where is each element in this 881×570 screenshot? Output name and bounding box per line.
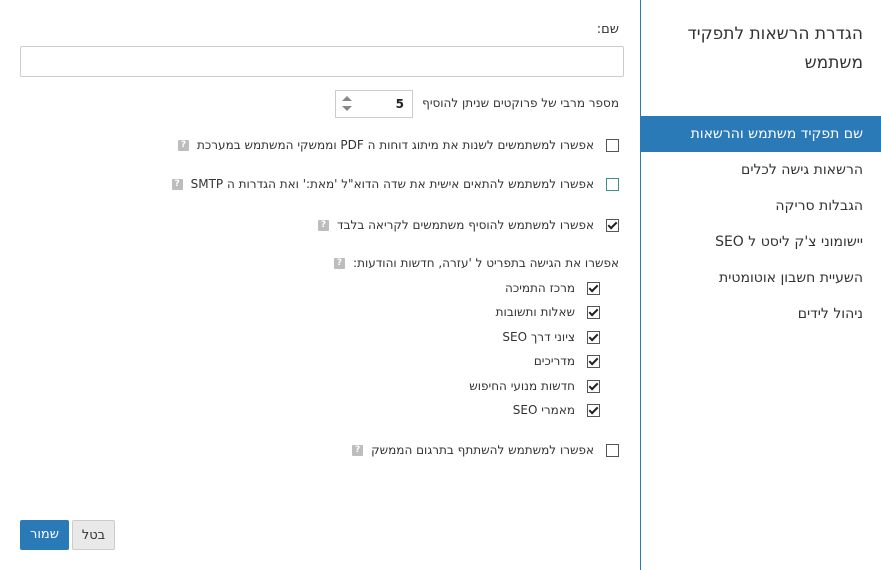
sidebar-item-auto-suspend[interactable]: השעיית חשבון אוטומטית [641,260,881,296]
sub-item-label: ציוני דרך SEO [502,330,575,344]
opt-email-label: אפשרו למשתמש להתאים אישית את שדה הדוא"ל … [190,177,594,191]
name-input[interactable] [20,46,624,77]
sub-item-checkbox[interactable] [587,281,600,295]
sub-item-label: חדשות מנועי החיפוש [469,379,575,393]
cancel-button[interactable]: בטל [72,520,115,550]
sub-item: חדשות מנועי החיפוש [469,379,600,393]
opt-pdf-checkbox[interactable] [606,138,619,152]
help-icon[interactable]: ? [318,219,330,231]
sidebar-item-tool-access[interactable]: הרשאות גישה לכלים [641,152,881,188]
opt-affiliate-checkbox[interactable] [606,443,619,457]
max-projects-row: מספר מרבי של פרוקטים שניתן להוסיף [422,96,619,110]
opt-affiliate-label: אפשרו למשתמש להשתתף בתרגום הממשק [371,443,594,457]
sub-item-label: שאלות ותשובות [495,305,575,319]
sub-item: שאלות ותשובות [496,305,600,319]
stepper-down-icon[interactable] [342,106,352,111]
sub-item-label: מרכז התמיכה [505,281,575,295]
sidebar-nav: שם תפקיד משתמש והרשאות הרשאות גישה לכלים… [641,116,881,332]
sidebar: הגדרת הרשאות לתפקיד משתמש שם תפקיד משתמש… [640,0,881,570]
sub-item-label: מדריכים [533,354,575,368]
sidebar-item-role-name[interactable]: שם תפקיד משתמש והרשאות [641,116,881,152]
name-label: שם: [596,22,619,37]
max-projects-label: מספר מרבי של פרוקטים שניתן להוסיף [422,96,619,110]
sub-item-checkbox[interactable] [587,403,600,417]
opt-readonly-checkbox[interactable] [606,218,619,232]
help-icon[interactable]: ? [352,444,364,456]
sub-item-checkbox[interactable] [587,330,600,344]
sub-item-checkbox[interactable] [587,354,600,368]
opt-readonly-label: אפשרו למשתמש להוסיף משתמשים לקריאה בלבד [337,218,594,232]
stepper-up-icon[interactable] [342,96,352,101]
max-projects-stepper[interactable]: 5 [335,90,413,118]
sidebar-item-leads[interactable]: ניהול לידים [641,296,881,332]
stepper-value: 5 [395,97,404,111]
sidebar-item-seo-checklist[interactable]: יישומוני צ'ק ליסט ל SEO [641,224,881,260]
opt-affiliate-row: אפשרו למשתמש להשתתף בתרגום הממשק ? [352,443,619,457]
sub-item: ציוני דרך SEO [502,330,600,344]
help-icon[interactable]: ? [178,139,190,151]
opt-email-row: אפשרו למשתמש להתאים אישית את שדה הדוא"ל … [171,177,619,191]
main-panel: שם: מספר מרבי של פרוקטים שניתן להוסיף 5 … [0,0,640,570]
opt-readonly-row: אפשרו למשתמש להוסיף משתמשים לקריאה בלבד … [318,218,619,232]
sub-item: מרכז התמיכה [505,281,600,295]
help-access-label: אפשרו את הגישה בתפריט ל 'עזרה, חדשות והו… [353,256,619,270]
sub-item-checkbox[interactable] [587,305,600,319]
stepper-arrows[interactable] [340,94,352,114]
sidebar-title: הגדרת הרשאות לתפקיד משתמש [687,24,863,73]
help-access-row: אפשרו את הגישה בתפריט ל 'עזרה, חדשות והו… [334,256,619,270]
opt-pdf-row: אפשרו למשתמשים לשנות את מיתוג דוחות ה PD… [178,138,619,152]
sub-item-checkbox[interactable] [587,379,600,393]
save-button[interactable]: שמור [20,520,69,550]
help-icon[interactable]: ? [334,257,346,269]
opt-pdf-label: אפשרו למשתמשים לשנות את מיתוג דוחות ה PD… [197,138,594,152]
opt-email-checkbox[interactable] [606,177,619,191]
sub-item: מדריכים [534,354,600,368]
sidebar-item-crawl-limits[interactable]: הגבלות סריקה [641,188,881,224]
help-icon[interactable]: ? [171,178,183,190]
sub-item-label: מאמרי SEO [512,403,575,417]
sub-item: מאמרי SEO [513,403,600,417]
